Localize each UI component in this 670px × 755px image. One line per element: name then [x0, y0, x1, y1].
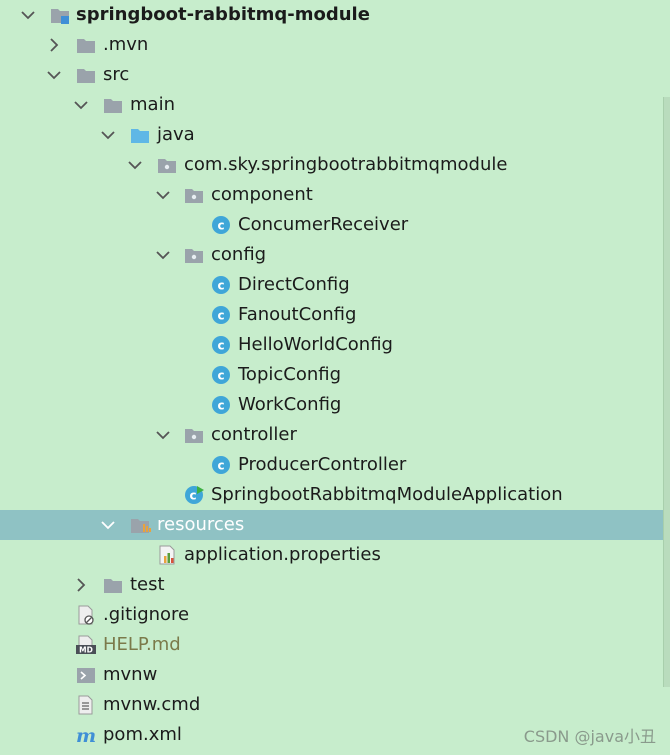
package-icon [157, 155, 177, 175]
tree-row-label: .mvn [103, 34, 149, 55]
package-icon [184, 185, 204, 205]
spring-boot-app-class-icon: c [184, 485, 204, 505]
tree-row-hello-world-config[interactable]: c HelloWorldConfig [0, 330, 670, 360]
tree-row-gitignore[interactable]: .gitignore [0, 600, 670, 630]
tree-row-application-properties[interactable]: application.properties [0, 540, 670, 570]
svg-text:c: c [217, 399, 224, 413]
svg-text:c: c [217, 279, 224, 293]
tree-row-label: mvnw [103, 664, 158, 685]
tree-row-label: ProducerController [238, 454, 407, 475]
tree-row-label: pom.xml [103, 724, 182, 745]
svg-text:m: m [76, 725, 96, 745]
tree-row-mvnw-cmd[interactable]: mvnw.cmd [0, 690, 670, 720]
chevron-down-icon[interactable] [127, 150, 143, 180]
tree-row-config[interactable]: config [0, 240, 670, 270]
java-class-icon: c [211, 305, 231, 325]
folder-icon [76, 65, 96, 85]
shell-script-icon [76, 665, 96, 685]
svg-text:c: c [217, 369, 224, 383]
tree-row-package-root[interactable]: com.sky.springbootrabbitmqmodule [0, 150, 670, 180]
chevron-down-icon[interactable] [20, 0, 36, 30]
tree-row-mvnw[interactable]: mvnw [0, 660, 670, 690]
tree-row-label: mvnw.cmd [103, 694, 201, 715]
tree-row-test[interactable]: test [0, 570, 670, 600]
tree-row-label: SpringbootRabbitmqModuleApplication [211, 484, 563, 505]
tree-row-label: DirectConfig [238, 274, 350, 295]
java-class-icon: c [211, 335, 231, 355]
maven-file-icon: m [76, 725, 96, 747]
ignored-file-icon [76, 605, 96, 625]
tree-row-producer-controller[interactable]: c ProducerController [0, 450, 670, 480]
package-icon [184, 425, 204, 445]
java-class-icon: c [211, 365, 231, 385]
project-tree: springboot-rabbitmq-module .mvn src main [0, 0, 670, 750]
chevron-right-icon[interactable] [73, 570, 89, 600]
svg-text:c: c [217, 309, 224, 323]
tree-row-java[interactable]: java [0, 120, 670, 150]
folder-icon [103, 95, 123, 115]
tree-row-label: com.sky.springbootrabbitmqmodule [184, 154, 508, 175]
tree-row-label: java [157, 124, 195, 145]
tree-row-label: TopicConfig [238, 364, 342, 385]
module-folder-icon [50, 5, 70, 25]
svg-text:MD: MD [79, 646, 93, 655]
java-class-icon: c [211, 395, 231, 415]
folder-icon [103, 575, 123, 595]
tree-row-label: WorkConfig [238, 394, 342, 415]
svg-text:c: c [217, 339, 224, 353]
tree-row-component[interactable]: component [0, 180, 670, 210]
tree-row-controller[interactable]: controller [0, 420, 670, 450]
tree-row-label: .gitignore [103, 604, 190, 625]
tree-row-src[interactable]: src [0, 60, 670, 90]
chevron-down-icon[interactable] [100, 120, 116, 150]
source-root-folder-icon [130, 125, 150, 145]
chevron-right-icon[interactable] [46, 30, 62, 60]
svg-text:c: c [217, 459, 224, 473]
tree-row-label: resources [157, 514, 245, 535]
tree-row-label: controller [211, 424, 297, 445]
chevron-down-icon[interactable] [100, 510, 116, 540]
folder-icon [76, 35, 96, 55]
tree-row-label: src [103, 64, 130, 85]
chevron-down-icon[interactable] [155, 240, 171, 270]
tree-row-project-root[interactable]: springboot-rabbitmq-module [0, 0, 670, 30]
tree-row-resources[interactable]: resources [0, 510, 670, 540]
text-file-icon [76, 695, 96, 715]
vertical-scrollbar[interactable] [663, 97, 670, 687]
svg-text:c: c [189, 489, 196, 503]
chevron-down-icon[interactable] [73, 90, 89, 120]
package-icon [184, 245, 204, 265]
tree-row-application-class[interactable]: c SpringbootRabbitmqModuleApplication [0, 480, 670, 510]
tree-row-label: FanoutConfig [238, 304, 357, 325]
chevron-down-icon[interactable] [155, 420, 171, 450]
watermark: CSDN @java小丑 [523, 727, 656, 746]
tree-row-label: HELP.md [103, 634, 181, 655]
properties-file-icon [157, 545, 177, 565]
java-class-icon: c [211, 275, 231, 295]
tree-row-direct-config[interactable]: c DirectConfig [0, 270, 670, 300]
tree-row-main[interactable]: main [0, 90, 670, 120]
java-class-icon: c [211, 215, 231, 235]
tree-row-label: springboot-rabbitmq-module [76, 4, 370, 25]
tree-row-label: ConcumerReceiver [238, 214, 409, 235]
tree-row-topic-config[interactable]: c TopicConfig [0, 360, 670, 390]
tree-row-label: test [130, 574, 165, 595]
tree-row-label: component [211, 184, 313, 205]
tree-row-concumer-receiver[interactable]: c ConcumerReceiver [0, 210, 670, 240]
tree-row-fanout-config[interactable]: c FanoutConfig [0, 300, 670, 330]
tree-row-mvn[interactable]: .mvn [0, 30, 670, 60]
tree-row-work-config[interactable]: c WorkConfig [0, 390, 670, 420]
java-class-icon: c [211, 455, 231, 475]
tree-row-label: main [130, 94, 175, 115]
markdown-file-icon: MD [76, 635, 96, 655]
chevron-down-icon[interactable] [46, 60, 62, 90]
chevron-down-icon[interactable] [155, 180, 171, 210]
svg-text:c: c [217, 219, 224, 233]
resources-folder-icon [130, 515, 151, 535]
tree-row-help-md[interactable]: MD HELP.md [0, 630, 670, 660]
tree-row-label: config [211, 244, 267, 265]
tree-row-label: application.properties [184, 544, 381, 565]
tree-row-label: HelloWorldConfig [238, 334, 393, 355]
